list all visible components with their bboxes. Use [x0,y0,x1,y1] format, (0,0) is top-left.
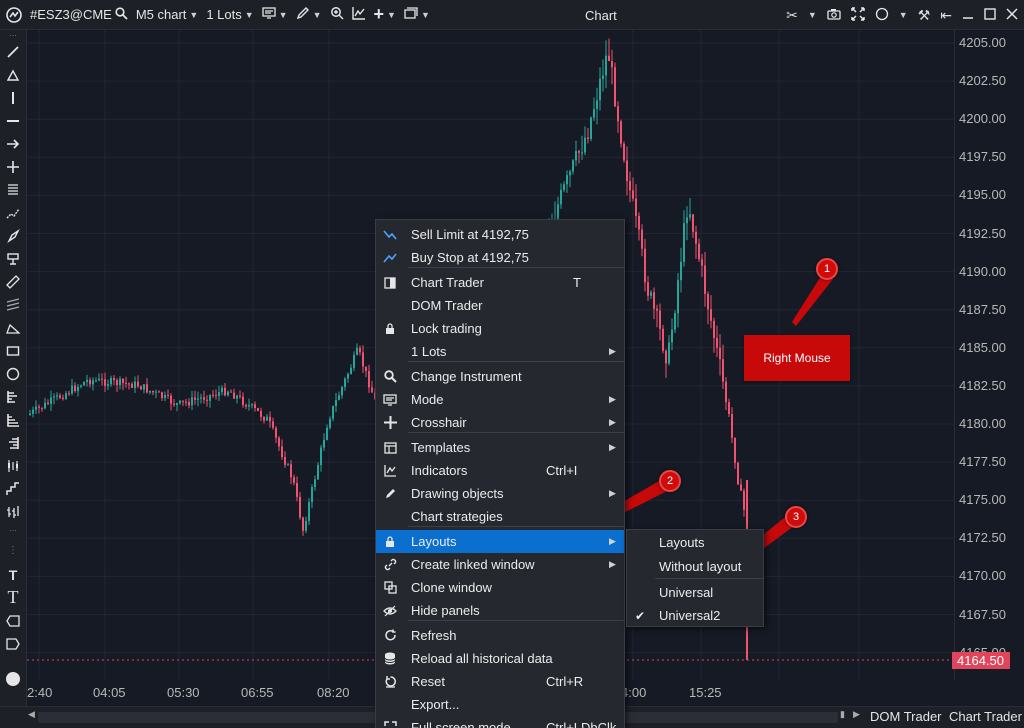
lock-icon [382,321,398,337]
menu-item-label: Sell Limit at 4192,75 [411,227,529,242]
menu-item-drawing-objects[interactable]: Drawing objects ▶ [376,482,624,505]
menu-item-refresh[interactable]: Refresh [376,624,624,647]
clone-icon [382,580,398,596]
context-menu: Sell Limit at 4192,75 Buy Stop at 4192,75… [375,219,625,728]
eye-icon [382,603,398,619]
menu-item-label: Chart Trader [411,275,484,290]
submenu-item-universal2[interactable]: ✔ Universal2 [627,604,763,627]
menu-item-label: Create linked window [411,557,535,572]
menu-item-label: Drawing objects [411,486,504,501]
menu-item-change-instrument[interactable]: Change Instrument [376,365,624,388]
step-3-badge: 3 [785,506,807,528]
menu-item-label: Reload all historical data [411,651,553,666]
crosshair-icon [382,415,398,431]
menu-item-create-linked-window[interactable]: Create linked window ▶ [376,553,624,576]
menu-item-label: Buy Stop at 4192,75 [411,250,529,265]
menu-item-label: Refresh [411,628,457,643]
submenu-item-universal[interactable]: Universal [627,581,763,604]
menu-item-shortcut: Ctrl+R [546,674,584,689]
menu-item-export[interactable]: Export... [376,693,624,716]
menu-item-full-screen-mode[interactable]: Full screen mode Ctrl+LDbClk [376,716,624,728]
layouts-submenu: Layouts Without layout Universal ✔ Universal… [626,529,764,627]
menu-item-templates[interactable]: Templates ▶ [376,436,624,459]
submenu-item-label: Layouts [659,535,705,550]
indicators-icon [382,463,398,479]
menu-separator [408,361,624,362]
menu-separator [408,432,624,433]
menu-item-shortcut: T [573,275,581,290]
buy-stop-icon [382,250,398,266]
menu-item-label: Reset [411,674,445,689]
menu-item-label: Clone window [411,580,492,595]
step-1-badge: 1 [816,258,838,280]
chevron-right-icon: ▶ [609,536,616,546]
menu-item-crosshair[interactable]: Crosshair ▶ [376,411,624,434]
menu-separator [655,578,763,579]
templates-icon [382,440,398,456]
menu-item-shortcut: Ctrl+LDbClk [546,720,617,728]
submenu-item-label: Universal2 [659,608,721,623]
lock-icon [382,534,398,550]
chart-trader-icon [382,275,398,291]
menu-item-1-lots[interactable]: 1 Lots ▶ [376,340,624,363]
menu-item-label: 1 Lots [411,344,447,359]
chart-window: #ESZ3@CME M5 chart ▼ 1 Lots ▼ ▼ ▼ + ▼ ▼ … [0,0,1024,728]
menu-item-label: Layouts [411,534,457,549]
menu-item-label: Change Instrument [411,369,522,384]
submenu-item-without-layout[interactable]: Without layout [627,555,763,578]
search-icon [382,369,398,385]
sell-limit-icon [382,227,398,243]
reset-icon [382,674,398,690]
chevron-right-icon: ▶ [609,559,616,569]
menu-item-label: Indicators [411,463,468,478]
mode-icon [382,392,398,408]
menu-item-clone-window[interactable]: Clone window [376,576,624,599]
menu-item-label: Templates [411,440,471,455]
menu-item-label: Hide panels [411,603,480,618]
menu-separator [408,267,624,268]
chevron-right-icon: ▶ [609,442,616,452]
menu-item-lock-trading[interactable]: Lock trading [376,317,624,340]
menu-item-buy-stop-at-4192-75[interactable]: Buy Stop at 4192,75 [376,246,624,269]
check-icon: ✔ [635,608,646,623]
pencil-icon [382,486,398,502]
chevron-right-icon: ▶ [609,488,616,498]
menu-separator [408,620,624,621]
menu-separator [408,526,624,527]
annotation-arrow-1 [792,273,833,326]
menu-item-label: DOM Trader [411,298,483,313]
menu-item-indicators[interactable]: Indicators Ctrl+I [376,459,624,482]
refresh-icon [382,628,398,644]
fullscreen-icon [382,720,398,728]
right-mouse-callout: Right Mouse [744,335,850,381]
chevron-right-icon: ▶ [609,417,616,427]
menu-item-label: Chart strategies [411,509,503,524]
menu-item-reset[interactable]: Reset Ctrl+R [376,670,624,693]
menu-item-sell-limit-at-4192-75[interactable]: Sell Limit at 4192,75 [376,223,624,246]
database-icon [382,651,398,667]
menu-item-reload-all-historical-data[interactable]: Reload all historical data [376,647,624,670]
submenu-item-label: Universal [659,585,714,600]
chevron-right-icon: ▶ [609,394,616,404]
menu-item-chart-trader[interactable]: Chart Trader T [376,271,624,294]
menu-item-hide-panels[interactable]: Hide panels [376,599,624,622]
menu-item-shortcut: Ctrl+I [546,463,578,478]
submenu-item-label: Without layout [659,559,742,574]
menu-item-label: Export... [411,697,460,712]
menu-item-chart-strategies[interactable]: Chart strategies [376,505,624,528]
menu-item-label: Lock trading [411,321,482,336]
menu-item-layouts[interactable]: Layouts ▶ [376,530,624,553]
menu-item-label: Full screen mode [411,720,511,728]
step-2-badge: 2 [659,470,681,492]
menu-item-mode[interactable]: Mode ▶ [376,388,624,411]
menu-item-dom-trader[interactable]: DOM Trader [376,294,624,317]
menu-item-label: Mode [411,392,444,407]
chevron-right-icon: ▶ [609,346,616,356]
submenu-item-layouts[interactable]: Layouts [627,531,763,554]
menu-item-label: Crosshair [411,415,467,430]
link-icon [382,557,398,573]
